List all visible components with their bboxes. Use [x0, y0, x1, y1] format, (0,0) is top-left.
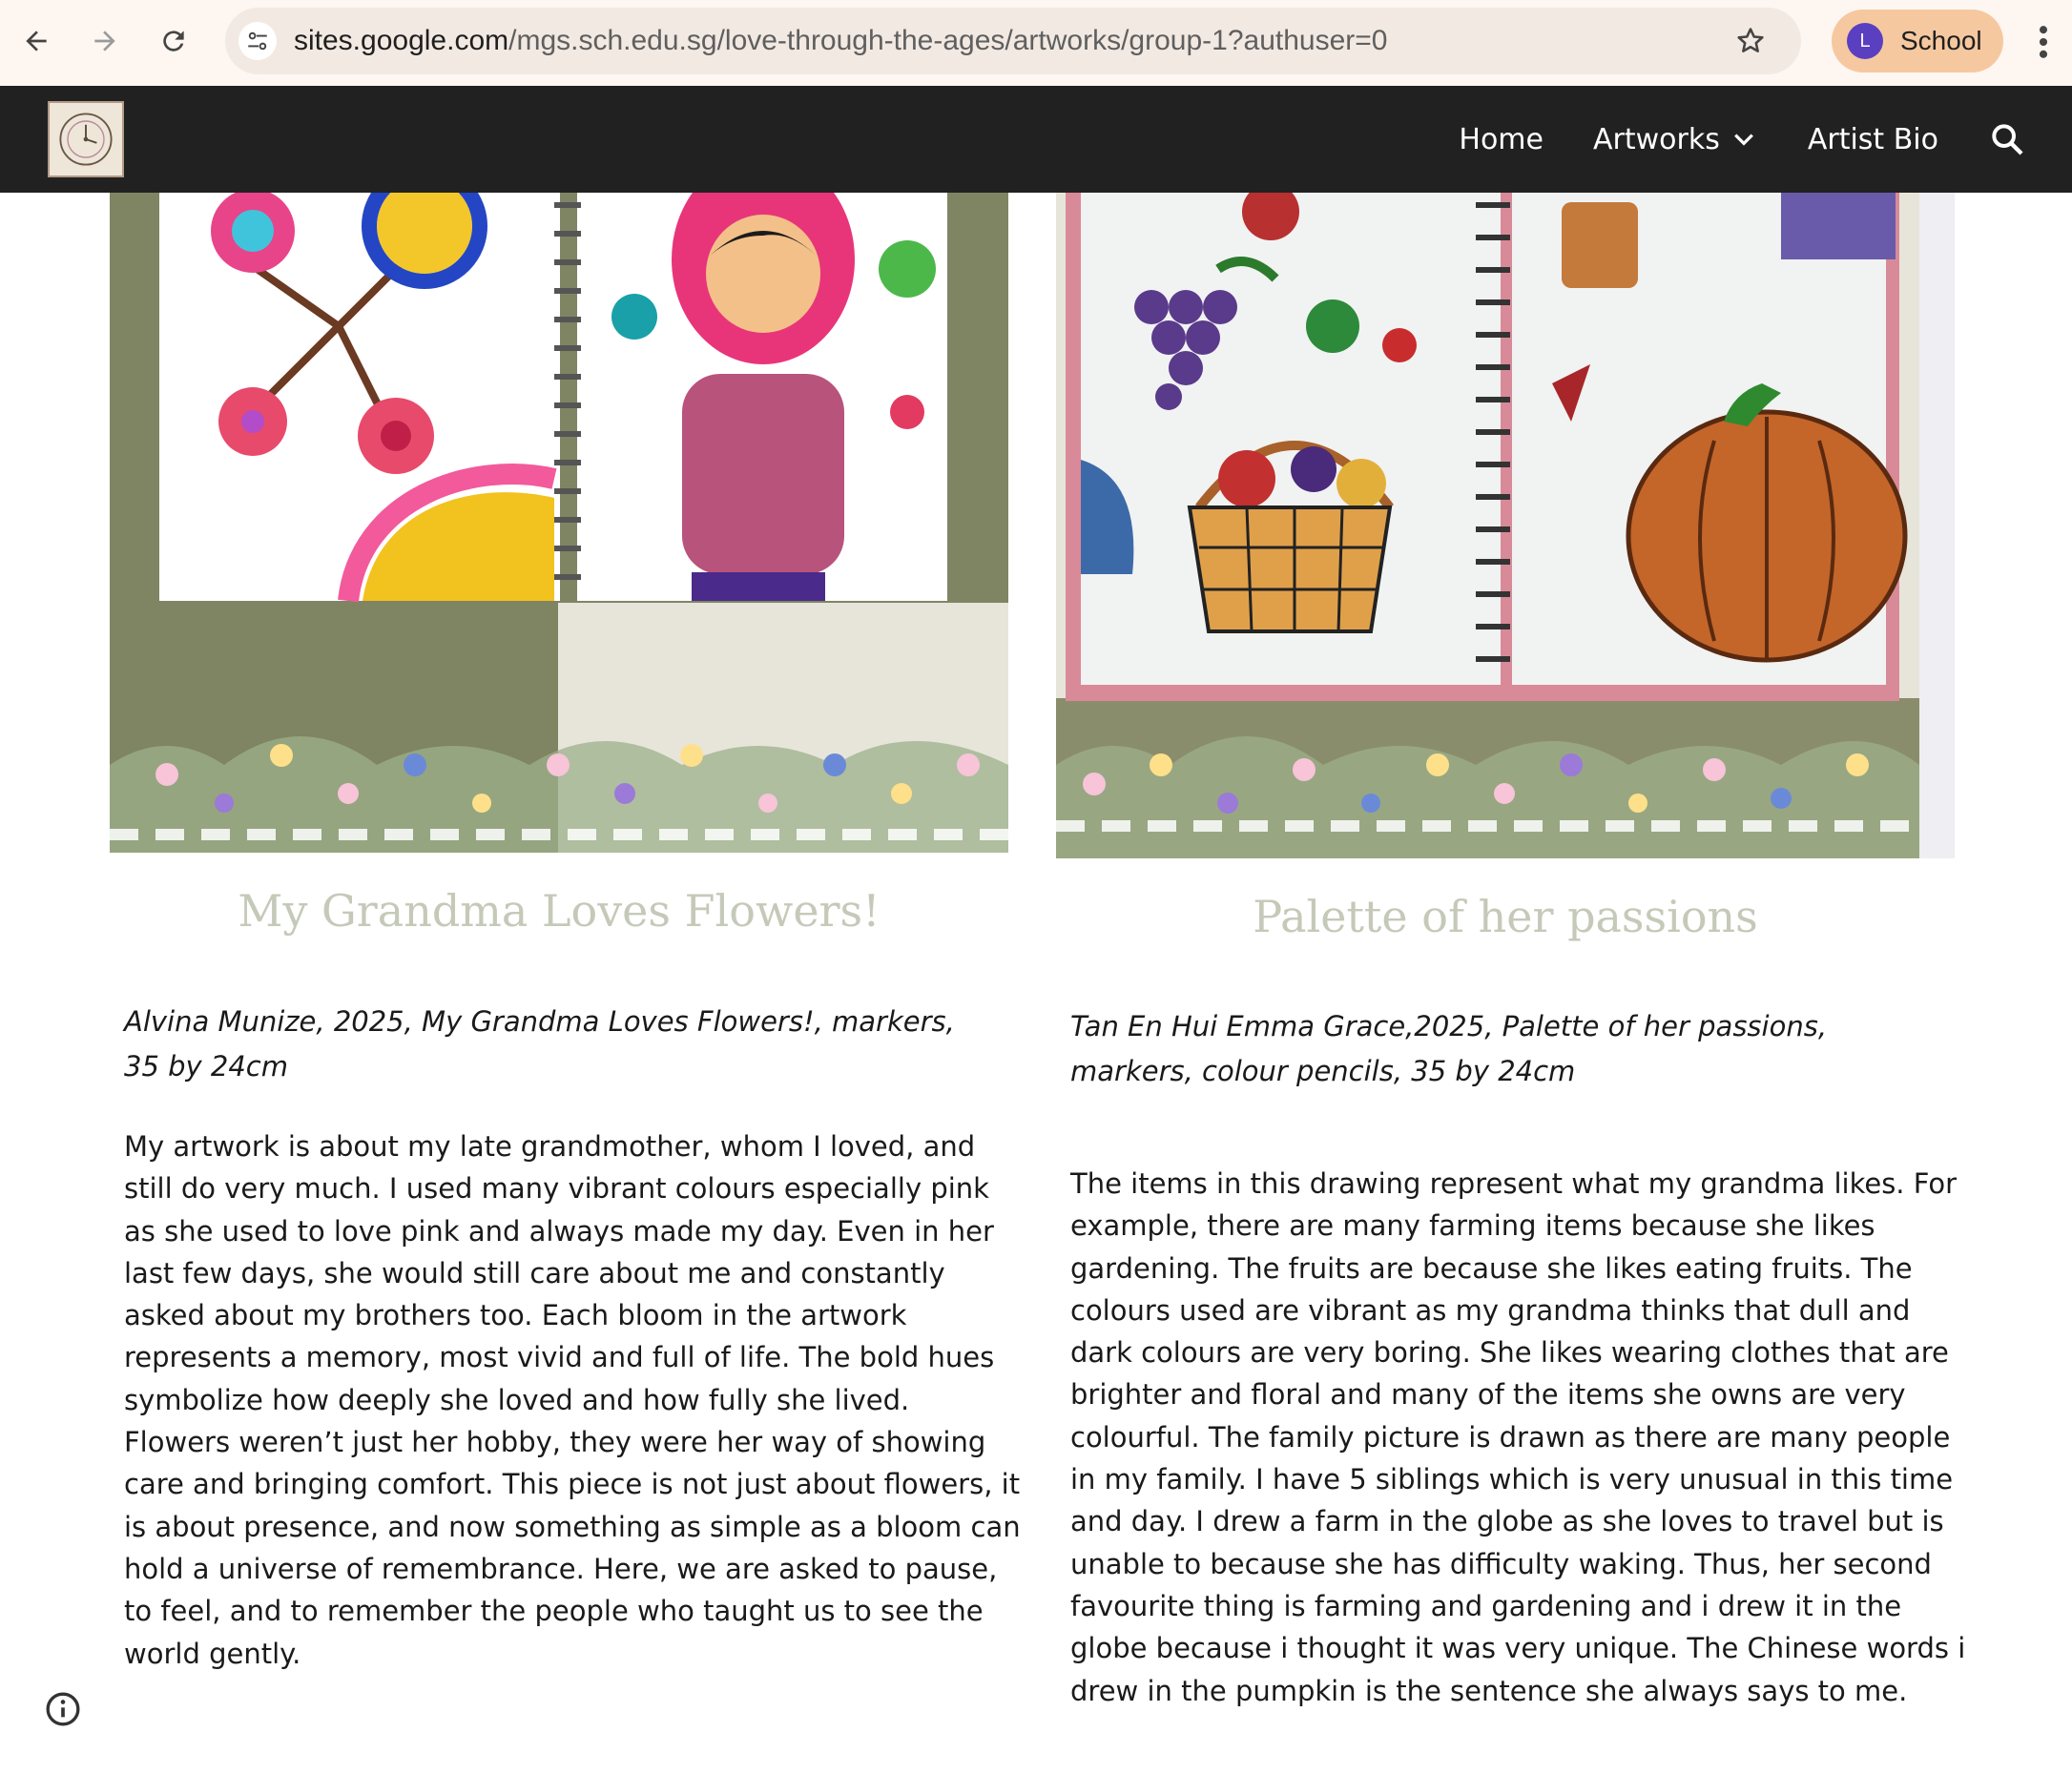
- back-button[interactable]: [11, 16, 61, 66]
- passions-drawing-illustration: [1056, 193, 1955, 858]
- artwork-caption: Tan En Hui Emma Grace,2025, Palette of h…: [1070, 1010, 1828, 1087]
- nav-artworks[interactable]: Artworks: [1593, 123, 1758, 156]
- reload-icon: [163, 31, 184, 52]
- arrow-right-icon: [94, 31, 115, 52]
- artwork-title: Palette of her passions: [1253, 891, 1758, 942]
- avatar: L: [1847, 23, 1883, 59]
- tune-icon: [248, 31, 267, 51]
- clock-logo-icon: [59, 113, 113, 166]
- artwork-title: My Grandma Loves Flowers!: [238, 885, 881, 937]
- url-text: sites.google.com/mgs.sch.edu.sg/love-thr…: [294, 8, 1387, 74]
- url-host: sites.google.com: [294, 25, 509, 56]
- chevron-down-icon: [1733, 134, 1753, 146]
- profile-label: School: [1900, 26, 1982, 55]
- arrow-left-icon: [26, 31, 47, 52]
- site-logo[interactable]: [48, 101, 124, 177]
- artwork-caption: Alvina Munize, 2025, My Grandma Loves Fl…: [124, 1005, 955, 1083]
- info-icon[interactable]: [44, 1690, 82, 1728]
- site-info-button[interactable]: [238, 22, 277, 60]
- flowers-drawing-illustration: [110, 193, 1008, 853]
- artwork-image-passions[interactable]: [1056, 193, 1955, 858]
- artwork-description: My artwork is about my late grandmother,…: [124, 1130, 1021, 1670]
- reload-button[interactable]: [149, 16, 198, 66]
- browser-toolbar: sites.google.com/mgs.sch.edu.sg/love-thr…: [0, 0, 2072, 86]
- forward-button[interactable]: [80, 16, 130, 66]
- artwork-image-flowers[interactable]: [110, 193, 1008, 853]
- nav-artist-bio[interactable]: Artist Bio: [1808, 123, 1938, 156]
- nav-artworks-label: Artworks: [1592, 122, 1720, 156]
- artwork-description: The items in this drawing represent what…: [1070, 1167, 1966, 1707]
- bookmark-star-icon[interactable]: [1734, 25, 1767, 57]
- url-path: /mgs.sch.edu.sg/love-through-the-ages/ar…: [508, 25, 1388, 56]
- nav-home[interactable]: Home: [1459, 123, 1544, 156]
- site-navigation: Home Artworks Artist Bio: [1459, 86, 2072, 193]
- address-bar[interactable]: sites.google.com/mgs.sch.edu.sg/love-thr…: [225, 8, 1801, 74]
- more-menu-icon[interactable]: [2030, 21, 2057, 63]
- search-icon[interactable]: [1988, 120, 2026, 158]
- profile-button[interactable]: L School: [1832, 10, 2003, 72]
- site-header: Home Artworks Artist Bio: [0, 86, 2072, 193]
